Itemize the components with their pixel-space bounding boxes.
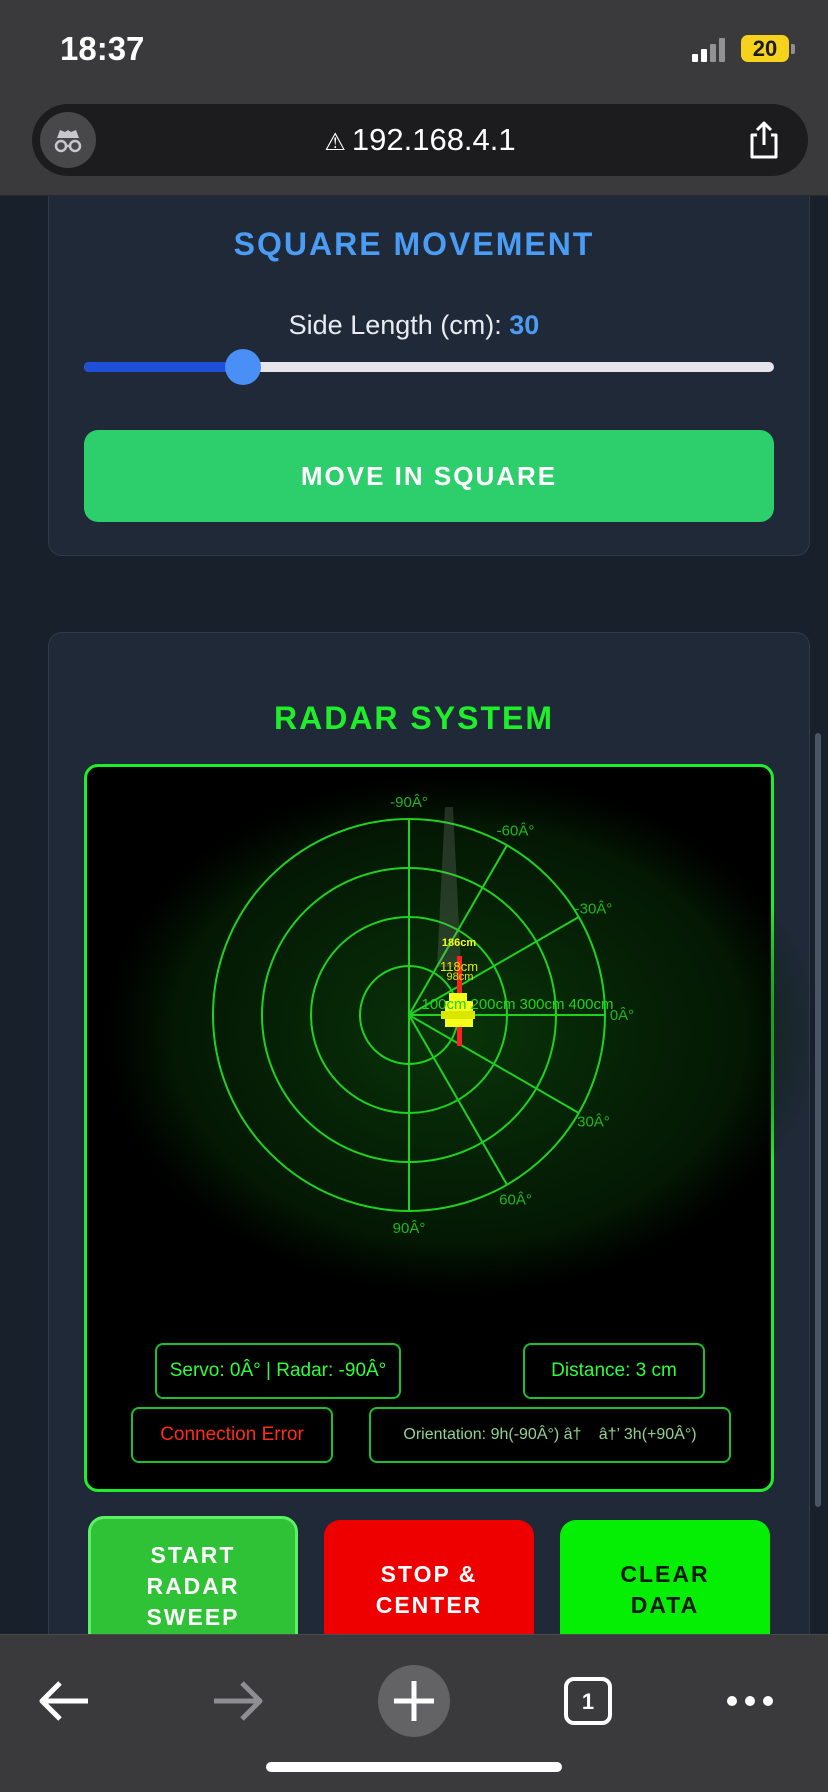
angle-label: -60Â°: [497, 823, 535, 840]
battery-icon: 20: [741, 35, 789, 62]
angle-label: 60Â°: [499, 1191, 532, 1208]
start-line-3: SWEEP: [146, 1603, 240, 1630]
distance-status: Distance: 3 cm: [523, 1343, 705, 1399]
tab-count: 1: [582, 1689, 594, 1714]
clear-line-1: CLEAR: [620, 1561, 710, 1587]
range-label: 100cm: [421, 996, 466, 1013]
range-label: 200cm: [470, 996, 515, 1013]
address-bar[interactable]: ⚠ 192.168.4.1: [32, 104, 808, 176]
angle-label: -90Â°: [390, 794, 428, 811]
square-title: SQUARE MOVEMENT: [233, 226, 595, 262]
side-length-text: Side Length (cm):: [288, 310, 502, 340]
tabs-icon[interactable]: 1: [552, 1665, 624, 1737]
stop-line-1: STOP &: [380, 1561, 478, 1587]
side-length-slider[interactable]: [84, 349, 774, 385]
clear-line-2: DATA: [630, 1592, 700, 1618]
angle-label: 90Â°: [393, 1220, 426, 1237]
servo-status: Servo: 0Â° | Radar: -90Â°: [155, 1343, 401, 1399]
signal-icon: [692, 38, 728, 62]
url-text[interactable]: ⚠ 192.168.4.1: [32, 104, 808, 176]
orientation-status: Orientation: 9h(-90Â°) â† â†’ 3h(+90Â°): [369, 1407, 731, 1463]
url-value: 192.168.4.1: [351, 122, 516, 157]
warning-icon: ⚠: [324, 129, 346, 156]
angle-label: 0Â°: [610, 1007, 634, 1024]
browser-header: ⚠ 192.168.4.1: [0, 100, 828, 196]
start-line-1: START: [150, 1541, 236, 1568]
share-icon[interactable]: [746, 120, 782, 160]
page-scrollbar[interactable]: [815, 733, 821, 1507]
angle-label: -30Â°: [575, 901, 613, 918]
home-indicator: [266, 1762, 562, 1772]
connection-status: Connection Error: [131, 1407, 333, 1463]
status-time: 18:37: [60, 30, 145, 67]
point-label-2: 98cm: [447, 971, 474, 983]
forward-arrow-icon[interactable]: [202, 1665, 274, 1737]
angle-label: 30Â°: [577, 1114, 610, 1131]
stop-line-2: CENTER: [375, 1592, 483, 1618]
slider-fill: [84, 362, 243, 372]
range-label: 300cm: [519, 996, 564, 1013]
radar-title: RADAR SYSTEM: [273, 700, 554, 736]
radar-display: 186cm 118cm 98cm 100cm 200cm 300cm 400cm -9…: [84, 764, 817, 1492]
back-arrow-icon[interactable]: [28, 1665, 100, 1737]
point-label-0: 186cm: [442, 937, 476, 949]
start-line-2: RADAR: [146, 1572, 240, 1599]
side-length-value: 30: [509, 310, 540, 340]
slider-thumb[interactable]: [224, 349, 261, 385]
status-bar: 18:37 20: [0, 0, 828, 100]
move-square-button[interactable]: MOVE IN SQUARE: [84, 430, 774, 522]
more-menu-icon[interactable]: [714, 1665, 786, 1737]
side-length-label: Side Length (cm): 30: [0, 310, 828, 341]
new-tab-plus-icon[interactable]: [378, 1665, 450, 1737]
range-label: 400cm: [568, 996, 613, 1013]
battery-tip: [791, 44, 795, 54]
